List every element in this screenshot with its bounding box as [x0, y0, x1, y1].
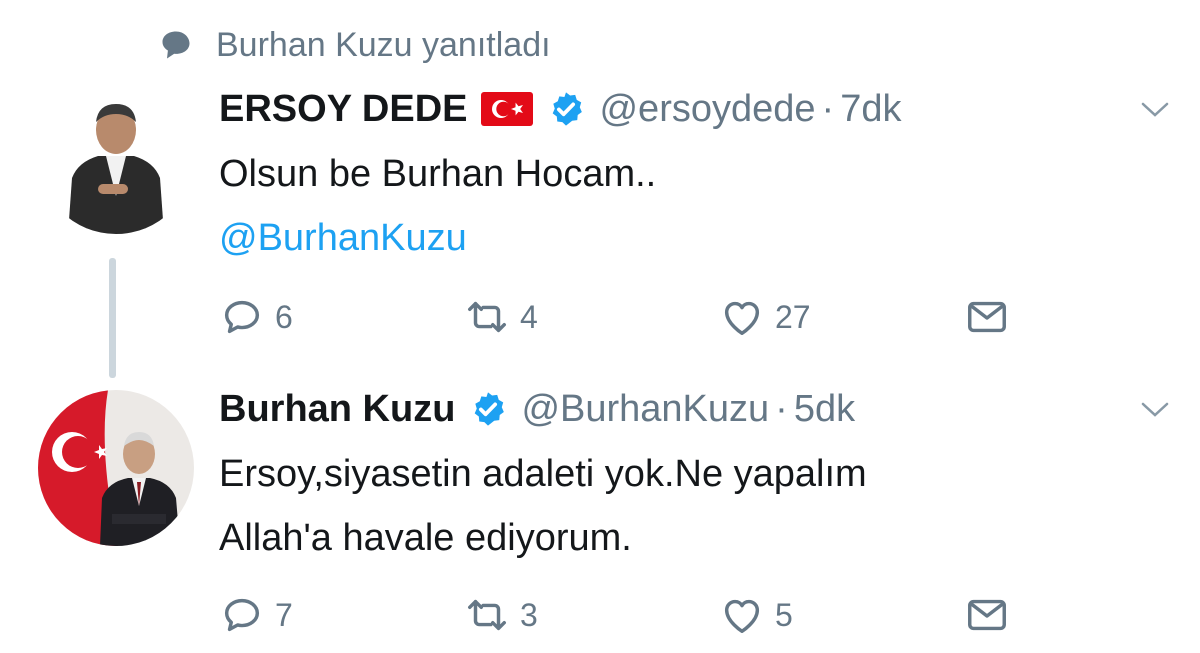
direct-message-button[interactable] — [964, 292, 1010, 342]
reply-context-text[interactable]: Burhan Kuzu yanıtladı — [216, 26, 551, 65]
thread-connector-line — [109, 258, 116, 378]
separator-dot: · — [821, 87, 835, 130]
tweet-text: Olsun be Burhan Hocam.. @BurhanKuzu — [219, 142, 656, 270]
retweet-count: 4 — [520, 298, 538, 335]
display-name[interactable]: ERSOY DEDE — [219, 88, 467, 131]
tweet-actions: 6 4 27 — [219, 292, 1039, 342]
avatar[interactable] — [38, 390, 194, 546]
user-handle[interactable]: @BurhanKuzu — [521, 388, 769, 431]
reply-count: 6 — [275, 298, 293, 335]
display-name[interactable]: Burhan Kuzu — [219, 388, 455, 431]
mention-link[interactable]: @BurhanKuzu — [219, 206, 656, 270]
tweet-text-line: Allah'a havale ediyorum. — [219, 517, 632, 559]
separator-dot: · — [775, 387, 788, 430]
tweet-text-line: Ersoy,siyasetin adaleti yok.Ne yapalım — [219, 453, 867, 495]
verified-badge-icon — [469, 390, 507, 428]
tweet-text-line: Olsun be Burhan Hocam.. — [219, 153, 657, 195]
like-button[interactable]: 27 — [719, 292, 811, 342]
reply-button[interactable]: 7 — [219, 590, 293, 640]
retweet-button[interactable]: 3 — [464, 590, 538, 640]
chevron-down-icon[interactable] — [1140, 100, 1170, 120]
tweet-actions: 7 3 5 — [219, 590, 1039, 640]
tweet-header: Burhan Kuzu @BurhanKuzu · 5dk — [219, 384, 855, 434]
avatar[interactable] — [38, 78, 194, 234]
like-count: 27 — [775, 298, 811, 335]
direct-message-button[interactable] — [964, 590, 1010, 640]
speech-bubble-icon — [162, 31, 190, 59]
timestamp[interactable]: 5dk — [794, 388, 855, 431]
like-count: 5 — [775, 596, 793, 633]
direct-message-icon — [968, 599, 1006, 631]
like-button[interactable]: 5 — [719, 590, 793, 640]
user-handle[interactable]: @ersoydede — [599, 88, 815, 131]
tweet-header: ERSOY DEDE @ersoydede · 7dk — [219, 84, 901, 134]
tweet-text: Ersoy,siyasetin adaleti yok.Ne yapalım A… — [219, 442, 867, 570]
reply-icon — [224, 598, 260, 632]
reply-context: Burhan Kuzu yanıtladı — [158, 22, 551, 68]
retweet-count: 3 — [520, 596, 538, 633]
retweet-icon — [468, 301, 506, 333]
like-icon — [724, 599, 760, 634]
timestamp[interactable]: 7dk — [840, 88, 901, 131]
retweet-button[interactable]: 4 — [464, 292, 538, 342]
retweet-icon — [468, 599, 506, 631]
reply-button[interactable]: 6 — [219, 292, 293, 342]
direct-message-icon — [968, 301, 1006, 333]
verified-badge-icon — [547, 90, 585, 128]
reply-icon — [224, 300, 260, 334]
like-icon — [724, 301, 760, 336]
flag-turkey-icon — [481, 92, 534, 126]
reply-count: 7 — [275, 596, 293, 633]
chevron-down-icon[interactable] — [1140, 400, 1170, 420]
